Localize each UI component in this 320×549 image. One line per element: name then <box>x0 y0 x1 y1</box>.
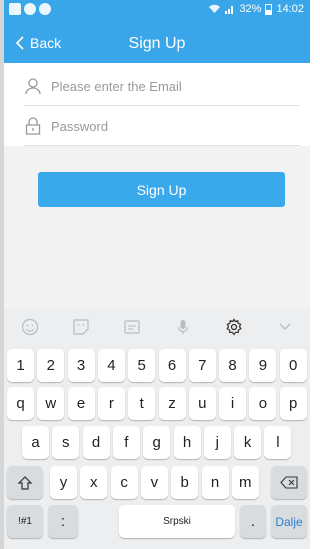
shift-icon <box>17 475 33 490</box>
symbols-key[interactable]: !#1 <box>7 505 43 538</box>
key-h[interactable]: h <box>173 426 201 459</box>
colon-key[interactable]: : <box>48 505 78 538</box>
gallery-icon <box>9 3 21 15</box>
key-c[interactable]: c <box>110 466 138 499</box>
key-e[interactable]: e <box>67 387 95 420</box>
key-q[interactable]: q <box>7 387 34 420</box>
space-key[interactable]: Srpski <box>119 505 235 538</box>
key-t[interactable]: t <box>128 387 156 420</box>
emoji-icon[interactable] <box>18 315 42 339</box>
clock: 14:02 <box>276 3 304 15</box>
key-5[interactable]: 5 <box>128 349 156 382</box>
key-2[interactable]: 2 <box>37 349 65 382</box>
key-g[interactable]: g <box>143 426 171 459</box>
keyboard-row-shift: yxcvbnm <box>4 466 310 499</box>
microphone-icon[interactable] <box>171 315 195 339</box>
notification-icons <box>9 3 51 15</box>
keyboard-row-asdf: asdfghjkl <box>4 426 310 459</box>
key-v[interactable]: v <box>140 466 168 499</box>
key-4[interactable]: 4 <box>97 349 125 382</box>
sticker-icon[interactable] <box>69 315 93 339</box>
keyboard-toolbar <box>4 309 310 344</box>
app-header: 32% 14:02 Back Sign Up <box>4 0 310 63</box>
gif-icon[interactable] <box>120 315 144 339</box>
status-bar: 32% 14:02 <box>4 0 310 20</box>
period-key[interactable]: . <box>240 505 266 538</box>
wifi-icon <box>209 4 221 13</box>
key-a[interactable]: a <box>22 426 49 459</box>
sign-up-button[interactable]: Sign Up <box>38 172 285 207</box>
key-y[interactable]: y <box>50 466 77 499</box>
chat-icon <box>39 3 51 15</box>
key-8[interactable]: 8 <box>219 349 247 382</box>
key-j[interactable]: j <box>203 426 231 459</box>
nav-bar: Back Sign Up <box>4 27 310 59</box>
key-b[interactable]: b <box>171 466 199 499</box>
shift-key[interactable] <box>7 466 43 499</box>
user-icon <box>25 78 41 95</box>
status-right: 32% 14:02 <box>208 3 304 15</box>
key-l[interactable]: l <box>264 426 292 459</box>
key-w[interactable]: w <box>37 387 65 420</box>
backspace-icon <box>280 476 298 489</box>
key-r[interactable]: r <box>97 387 125 420</box>
key-o[interactable]: o <box>249 387 277 420</box>
backspace-key[interactable] <box>271 466 307 499</box>
page-title: Sign Up <box>128 35 186 52</box>
key-1[interactable]: 1 <box>7 349 34 382</box>
lock-icon <box>25 117 41 135</box>
keyboard-row-numbers: 1234567890 <box>4 349 310 382</box>
battery-percent: 32% <box>239 3 262 15</box>
key-7[interactable]: 7 <box>188 349 216 382</box>
keyboard-row-qwerty: qwertzuiop <box>4 387 310 420</box>
key-n[interactable]: n <box>201 466 229 499</box>
key-6[interactable]: 6 <box>158 349 186 382</box>
battery-icon <box>265 3 273 15</box>
key-0[interactable]: 0 <box>279 349 307 382</box>
key-f[interactable]: f <box>112 426 140 459</box>
key-x[interactable]: x <box>80 466 108 499</box>
password-placeholder: Password <box>51 118 109 134</box>
app-frame: 32% 14:02 Back Sign Up Please enter the … <box>0 0 310 549</box>
key-u[interactable]: u <box>188 387 216 420</box>
email-field[interactable]: Please enter the Email <box>4 66 310 106</box>
key-3[interactable]: 3 <box>67 349 95 382</box>
app-notification-icon <box>24 3 36 15</box>
keyboard-row-bottom: !#1 : Srpski . Dalje <box>4 505 310 538</box>
key-9[interactable]: 9 <box>249 349 277 382</box>
key-k[interactable]: k <box>234 426 262 459</box>
key-m[interactable]: m <box>231 466 259 499</box>
key-i[interactable]: i <box>219 387 247 420</box>
key-z[interactable]: z <box>158 387 186 420</box>
key-d[interactable]: d <box>82 426 110 459</box>
chevron-down-icon[interactable] <box>273 315 297 339</box>
enter-key[interactable]: Dalje <box>271 505 307 538</box>
key-s[interactable]: s <box>52 426 80 459</box>
key-p[interactable]: p <box>279 387 307 420</box>
soft-keyboard: 1234567890 qwertzuiop asdfghjkl yxcvbnm … <box>4 309 310 549</box>
signal-icon <box>225 6 234 14</box>
password-field[interactable]: Password <box>4 106 310 146</box>
email-placeholder: Please enter the Email <box>51 78 182 94</box>
gear-icon[interactable] <box>222 315 246 339</box>
form-background <box>4 146 310 309</box>
